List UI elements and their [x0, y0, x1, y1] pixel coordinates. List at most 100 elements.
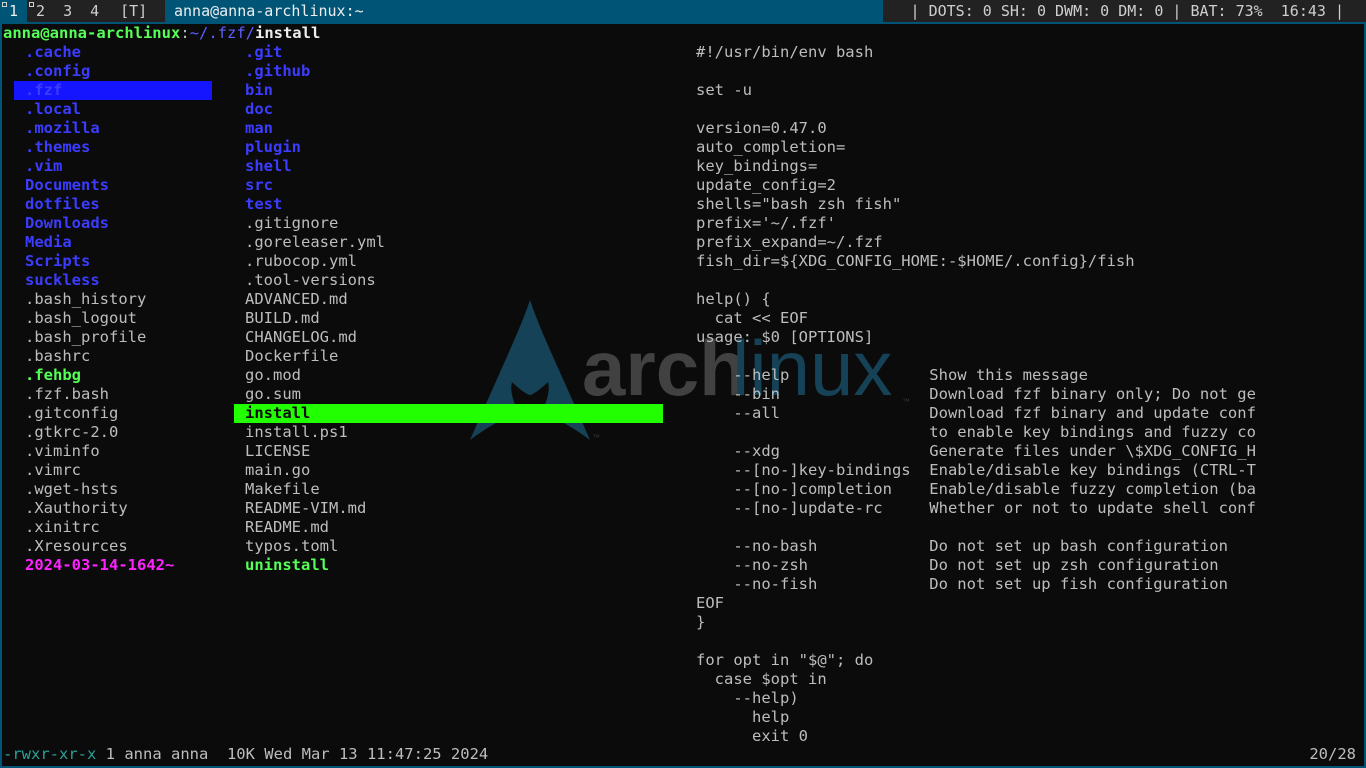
occupied-indicator	[29, 2, 35, 7]
list-item[interactable]: ADVANCED.md	[245, 290, 348, 309]
list-item[interactable]: .git	[245, 43, 282, 62]
list-item[interactable]: LICENSE	[245, 442, 310, 461]
list-item[interactable]: plugin	[245, 138, 301, 157]
preview-line: --help)	[696, 689, 799, 707]
preview-line: EOF	[696, 594, 724, 612]
preview-line: cat << EOF	[696, 309, 808, 327]
preview-line: version=0.47.0	[696, 119, 827, 137]
list-item[interactable]: .bash_profile	[25, 328, 146, 347]
preview-line: help	[696, 708, 790, 726]
path-directory: ~/.fzf/	[189, 24, 255, 42]
preview-line: exit 0	[696, 727, 808, 745]
list-item[interactable]: install.ps1	[245, 423, 348, 442]
list-item[interactable]: .gitignore	[245, 214, 338, 233]
list-item[interactable]: .rubocop.yml	[245, 252, 357, 271]
path-separator: :	[180, 24, 190, 42]
preview-line: --help Show this message	[696, 366, 1088, 384]
tag-3[interactable]: 3	[54, 0, 81, 22]
list-item[interactable]: suckless	[25, 271, 100, 290]
list-item[interactable]: .goreleaser.yml	[245, 233, 385, 252]
list-item[interactable]: .mozilla	[25, 119, 100, 138]
list-item[interactable]: 2024-03-14-1642~	[25, 556, 174, 575]
list-item[interactable]: shell	[245, 157, 292, 176]
list-item[interactable]: .tool-versions	[245, 271, 376, 290]
list-item[interactable]: .vimrc	[25, 461, 81, 480]
list-item[interactable]: bin	[245, 81, 273, 100]
preview-line: key_bindings=	[696, 157, 818, 175]
preview-line: prefix_expand=~/.fzf	[696, 233, 883, 251]
path-host: anna@anna-archlinux	[3, 24, 181, 42]
list-item[interactable]: .vim	[25, 157, 62, 176]
list-item[interactable]: .config	[25, 62, 90, 81]
list-item[interactable]: Dockerfile	[245, 347, 338, 366]
list-item[interactable]: test	[245, 195, 282, 214]
list-item[interactable]: .local	[25, 100, 81, 119]
preview-line: --bin Download fzf binary only; Do not g…	[696, 385, 1256, 403]
preview-line: --xdg Generate files under \$XDG_CONFIG_…	[696, 442, 1256, 460]
list-item[interactable]: go.mod	[245, 366, 301, 385]
list-item[interactable]: .xinitrc	[25, 518, 100, 537]
list-item[interactable]: Media	[25, 233, 72, 252]
list-item[interactable]: .viminfo	[25, 442, 100, 461]
list-item[interactable]: Scripts	[25, 252, 90, 271]
file-metadata: 1 anna anna 10K Wed Mar 13 11:47:25 2024	[96, 745, 489, 763]
preview-line: }	[696, 613, 706, 631]
list-item[interactable]: uninstall	[245, 556, 329, 575]
list-item[interactable]: CHANGELOG.md	[245, 328, 357, 347]
file-position: 20/28	[1309, 745, 1356, 763]
list-item[interactable]: .github	[245, 62, 310, 81]
preview-line: #!/usr/bin/env bash	[696, 43, 874, 61]
window-title: anna@anna-archlinux:~	[165, 0, 883, 22]
list-item[interactable]: man	[245, 119, 273, 138]
list-item[interactable]: src	[245, 176, 273, 195]
file-permissions: -rwxr-xr-x	[3, 745, 97, 763]
tag-1[interactable]: 1	[0, 0, 28, 22]
preview-line: set -u	[696, 81, 752, 99]
list-item[interactable]: BUILD.md	[245, 309, 320, 328]
list-item[interactable]: install	[234, 404, 663, 423]
preview-line: --all Download fzf binary and update con…	[696, 404, 1256, 422]
list-item[interactable]: Downloads	[25, 214, 109, 233]
preview-line: update_config=2	[696, 176, 836, 194]
list-item[interactable]: .fzf.bash	[25, 385, 109, 404]
list-item[interactable]: .cache	[25, 43, 81, 62]
preview-line: shells="bash zsh fish"	[696, 195, 902, 213]
list-item[interactable]: .wget-hsts	[25, 480, 118, 499]
preview-line: --[no-]key-bindings Enable/disable key b…	[696, 461, 1256, 479]
list-item[interactable]: Makefile	[245, 480, 320, 499]
list-item[interactable]: README.md	[245, 518, 329, 537]
tag-2[interactable]: 2	[27, 0, 54, 22]
preview-line: usage: $0 [OPTIONS]	[696, 328, 874, 346]
preview-line: help() {	[696, 290, 771, 308]
layout-indicator[interactable]: [T]	[108, 0, 159, 22]
preview-line: --[no-]completion Enable/disable fuzzy c…	[696, 480, 1256, 498]
tag-list: 1 2 3 4 [T]	[0, 0, 159, 22]
list-item[interactable]: .bash_logout	[25, 309, 137, 328]
preview-line: to enable key bindings and fuzzy co	[696, 423, 1256, 441]
list-item[interactable]: .fzf	[14, 81, 212, 100]
list-item[interactable]: typos.toml	[245, 537, 338, 556]
list-item[interactable]: .gitconfig	[25, 404, 118, 423]
list-item[interactable]: README-VIM.md	[245, 499, 366, 518]
tag-4[interactable]: 4	[81, 0, 108, 22]
list-item[interactable]: main.go	[245, 461, 310, 480]
preview-line: prefix='~/.fzf'	[696, 214, 836, 232]
list-item[interactable]: .Xresources	[25, 537, 128, 556]
status-text: | DOTS: 0 SH: 0 DWM: 0 DM: 0 | BAT: 73% …	[910, 2, 1344, 20]
preview-line: --no-bash Do not set up bash configurati…	[696, 537, 1228, 555]
preview-line: case $opt in	[696, 670, 827, 688]
preview-line: --no-fish Do not set up fish configurati…	[696, 575, 1228, 593]
list-item[interactable]: .fehbg	[25, 366, 81, 385]
list-item[interactable]: .bash_history	[25, 290, 146, 309]
list-item[interactable]: .themes	[25, 138, 90, 157]
list-item[interactable]: doc	[245, 100, 273, 119]
list-item[interactable]: .gtkrc-2.0	[25, 423, 118, 442]
top-status-bar: 1 2 3 4 [T] anna@anna-archlinux:~ | DOTS…	[0, 0, 1366, 22]
list-item[interactable]: dotfiles	[25, 195, 100, 214]
logo-trademark-2: ™	[592, 433, 600, 442]
list-item[interactable]: go.sum	[245, 385, 301, 404]
file-info: -rwxr-xr-x 1 anna anna 10K Wed Mar 13 11…	[3, 745, 488, 764]
list-item[interactable]: .bashrc	[25, 347, 90, 366]
list-item[interactable]: .Xauthority	[25, 499, 128, 518]
list-item[interactable]: Documents	[25, 176, 109, 195]
